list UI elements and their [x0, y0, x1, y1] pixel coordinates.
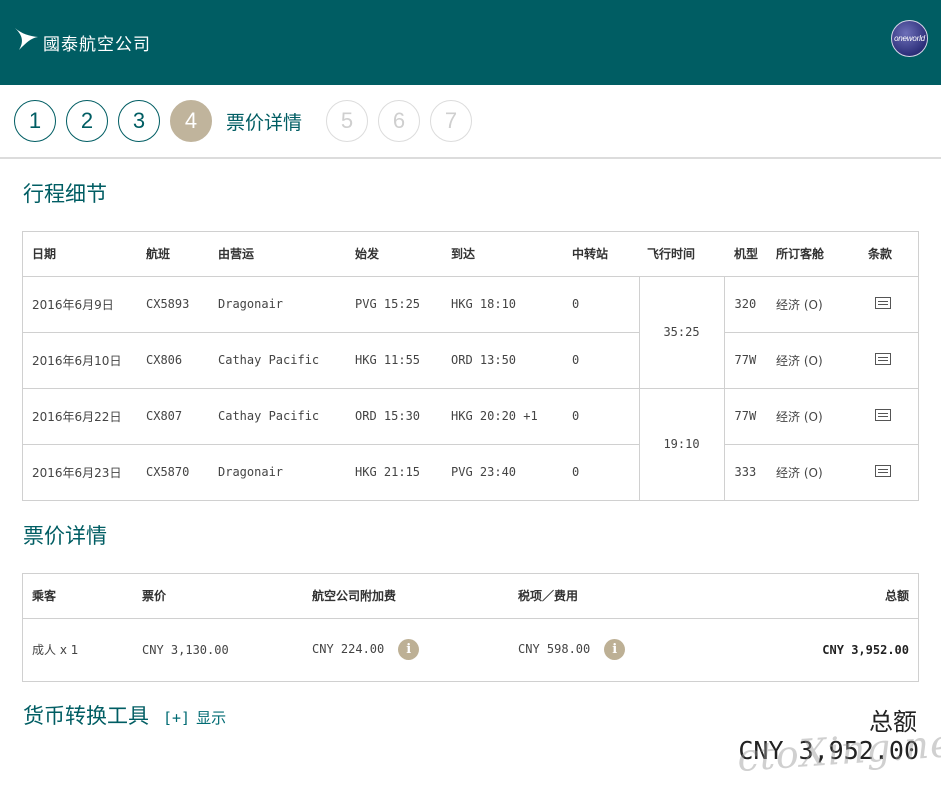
fare-rules-icon[interactable]: [875, 352, 891, 365]
watermark: ctoXing.net: [735, 719, 941, 781]
active-step-label: 票价详情: [226, 111, 303, 134]
step-5: 5: [326, 100, 369, 142]
taxes-cell: CNY 598.00 i: [518, 618, 738, 681]
oneworld-label: oneworld: [894, 34, 925, 43]
aircraft-link[interactable]: 77W: [724, 332, 776, 389]
table-row: 2016年6月9日 CX5893 Dragonair PVG 15:25 HKG…: [22, 276, 919, 389]
fare-rules-icon[interactable]: [875, 408, 891, 421]
col-passenger: 乘客: [22, 573, 142, 619]
col-depart: 始发: [355, 231, 451, 277]
step-2[interactable]: 2: [66, 100, 108, 142]
row-date: 2016年6月10日: [22, 332, 146, 389]
row-operator: Dragonair: [218, 465, 284, 480]
aircraft-link[interactable]: 320: [724, 276, 776, 333]
surcharge-info-icon[interactable]: i: [398, 639, 420, 661]
row-stops: 0: [572, 332, 639, 389]
row-arrive: HKG 20:20 +1: [451, 388, 572, 445]
flight-link[interactable]: CX5893: [146, 276, 218, 333]
row-date: 2016年6月22日: [22, 388, 146, 445]
fare-rules-icon[interactable]: [875, 464, 891, 477]
cathay-logo[interactable]: 國泰航空公司: [13, 22, 151, 55]
taxes-value: CNY 598.00: [518, 642, 591, 657]
col-taxes: 税项／费用: [518, 573, 738, 619]
step-6: 6: [378, 100, 421, 142]
row-duration: 19:10: [638, 388, 725, 501]
col-aircraft: 机型: [724, 231, 776, 277]
table-row: 2016年6月22日 CX807 Cathay Pacific ORD 15:3…: [22, 388, 919, 501]
row-cabin: 经济 (O): [776, 388, 862, 445]
converter-toggle[interactable]: [+]: [163, 709, 190, 727]
taxes-info-icon[interactable]: i: [604, 639, 626, 661]
col-operator: 由营运: [218, 231, 355, 277]
progress-steps: 1 2 3 4 票价详情 5 6 7: [14, 100, 482, 142]
col-cabin: 所订客舱: [776, 231, 862, 277]
step-4-active: 4: [170, 100, 212, 142]
fare-header-row: 乘客 票价 航空公司附加费 税项／费用 总额: [22, 573, 919, 619]
currency-converter: 货币转换工具 [+] 显示: [23, 700, 226, 730]
converter-show-link[interactable]: 显示: [196, 707, 226, 728]
flight-link[interactable]: CX807: [146, 388, 218, 445]
col-arrive: 到达: [451, 231, 572, 277]
fare-rules-icon[interactable]: [875, 296, 891, 309]
row-depart: HKG 11:55: [355, 332, 451, 389]
row-stops: 0: [572, 276, 639, 333]
row-arrive: PVG 23:40: [451, 465, 517, 480]
row-stops: 0: [572, 388, 639, 445]
fare-title: 票价详情: [23, 524, 107, 548]
col-flight: 航班: [146, 231, 218, 277]
surcharge-cell: CNY 224.00 i: [312, 618, 518, 681]
col-total: 总额: [738, 573, 919, 619]
table-row: 2016年6月10日 CX806 Cathay Pacific HKG 11:5…: [22, 332, 919, 389]
col-duration: 飞行时间: [639, 231, 724, 277]
col-terms: 条款: [862, 231, 919, 277]
row-operator: Cathay Pacific: [218, 332, 355, 389]
step-1[interactable]: 1: [14, 100, 56, 142]
row-cabin: 经济 (O): [776, 332, 862, 389]
col-date: 日期: [22, 231, 146, 277]
row-cabin: 经济 (O): [776, 465, 823, 480]
site-header: 國泰航空公司 oneworld: [0, 0, 941, 85]
itinerary-header-row: 日期 航班 由营运 始发 到达 中转站 飞行时间 机型 所订客舱 条款: [22, 231, 919, 277]
step-7: 7: [430, 100, 473, 142]
table-row: 2016年6月23日 CX5870 Dragonair HKG 21:15 PV…: [22, 444, 919, 500]
brushwing-icon: [15, 27, 38, 50]
flight-link[interactable]: CX5870: [146, 444, 218, 500]
row-date: 2016年6月23日: [32, 465, 122, 480]
row-duration: 35:25: [638, 276, 725, 389]
steps-divider: [0, 157, 941, 159]
fare-table: 乘客 票价 航空公司附加费 税项／费用 总额 成人 x 1 CNY 3,130.…: [22, 573, 919, 681]
row-depart: ORD 15:30: [355, 388, 451, 445]
row-depart: PVG 15:25: [355, 276, 451, 333]
col-fare: 票价: [142, 573, 312, 619]
row-date: 2016年6月9日: [22, 276, 146, 333]
col-stops: 中转站: [572, 231, 639, 277]
total-cell: CNY 3,952.00: [822, 642, 909, 657]
col-surcharge: 航空公司附加费: [312, 573, 518, 619]
row-depart: HKG 21:15: [355, 465, 421, 480]
oneworld-badge: oneworld: [891, 20, 928, 57]
row-arrive: HKG 18:10: [451, 276, 572, 333]
flight-link[interactable]: CX806: [146, 332, 218, 389]
itinerary-table: 日期 航班 由营运 始发 到达 中转站 飞行时间 机型 所订客舱 条款 2016…: [22, 231, 919, 501]
aircraft-link[interactable]: 333: [724, 444, 776, 500]
table-row: 成人 x 1 CNY 3,130.00 CNY 224.00 i CNY 598.…: [22, 618, 919, 681]
surcharge-value: CNY 224.00: [312, 642, 385, 657]
logo-text: 國泰航空公司: [43, 35, 151, 55]
row-operator: Dragonair: [218, 276, 355, 333]
itinerary-title: 行程细节: [23, 182, 107, 206]
row-cabin: 经济 (O): [776, 276, 862, 333]
step-3[interactable]: 3: [118, 100, 160, 142]
row-arrive: ORD 13:50: [451, 332, 572, 389]
fare-cell: CNY 3,130.00: [142, 642, 229, 657]
row-stops: 0: [572, 465, 580, 480]
aircraft-link[interactable]: 77W: [724, 388, 776, 445]
passenger-cell: 成人 x 1: [32, 643, 79, 658]
converter-title: 货币转换工具: [23, 704, 149, 728]
row-operator: Cathay Pacific: [218, 388, 355, 445]
